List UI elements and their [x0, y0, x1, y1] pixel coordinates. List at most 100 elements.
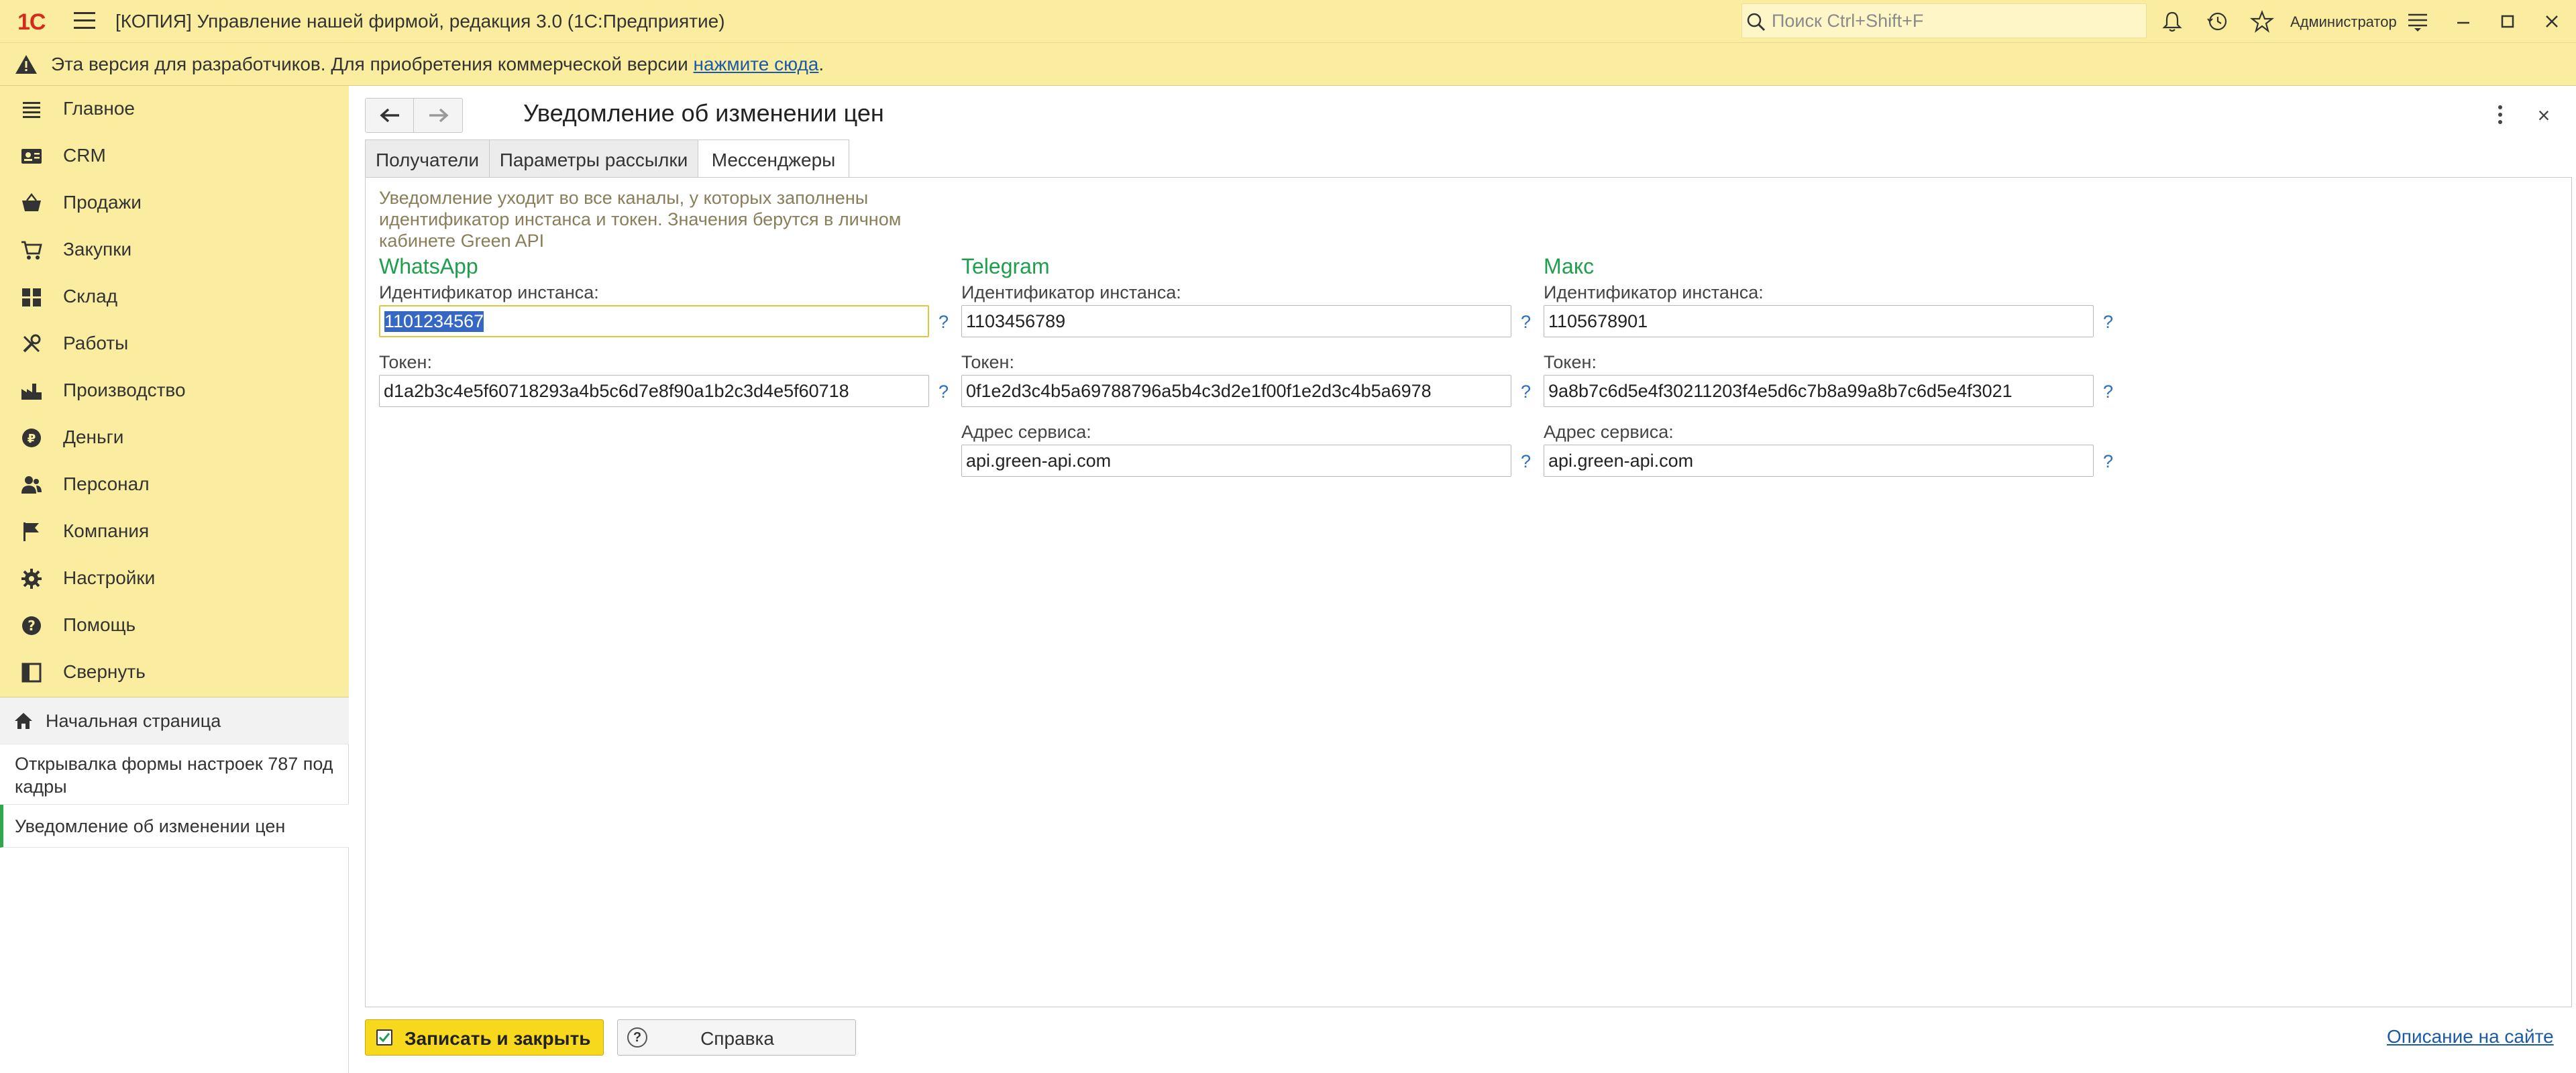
contact-card-icon — [21, 149, 42, 164]
sidebar-item-help[interactable]: ? Помощь — [0, 602, 349, 649]
tab-mailing-params[interactable]: Параметры рассылки — [489, 139, 698, 178]
sidebar-item-label: Закупки — [63, 239, 132, 260]
open-item-label: Начальная страница — [46, 711, 221, 731]
telegram-token-input[interactable] — [961, 375, 1511, 407]
sidebar-item-production[interactable]: Производство — [0, 368, 349, 414]
sidebar-item-label: Настройки — [63, 567, 156, 588]
sidebar-item-staff[interactable]: Персонал — [0, 461, 349, 508]
tab-recipients[interactable]: Получатели — [365, 139, 490, 178]
telegram-token-label: Токен: — [961, 352, 1014, 372]
sidebar-item-settings[interactable]: Настройки — [0, 555, 349, 602]
more-options-icon[interactable] — [2490, 102, 2510, 129]
maximize-icon[interactable] — [2496, 9, 2520, 34]
developer-notice: Эта версия для разработчиков. Для приобр… — [0, 43, 2576, 86]
warning-icon — [15, 55, 37, 74]
sidebar-item-crm[interactable]: CRM — [0, 133, 349, 180]
title-bar: 1С [КОПИЯ] Управление нашей фирмой, реда… — [0, 0, 2576, 43]
grid-icon — [22, 288, 41, 306]
max-instance-input[interactable] — [1544, 305, 2094, 337]
coin-icon: ₽ — [22, 429, 41, 447]
home-icon — [15, 713, 32, 729]
telegram-instance-input[interactable] — [961, 305, 1511, 337]
search-icon — [1747, 13, 1766, 32]
max-token-help[interactable]: ? — [2103, 382, 2113, 402]
max-instance-label: Идентификатор инстанса: — [1544, 282, 1764, 302]
star-icon[interactable] — [2250, 9, 2274, 34]
telegram-instance-label: Идентификатор инстанса: — [961, 282, 1181, 302]
open-item-settings-form[interactable]: Открывалка формы настроек 787 под кадры — [0, 744, 349, 805]
sidebar-item-label: CRM — [63, 145, 106, 166]
form-title: Уведомление об изменении цен — [523, 99, 884, 127]
forward-button[interactable] — [415, 99, 463, 132]
whatsapp-token-help[interactable]: ? — [938, 382, 949, 402]
sidebar-item-collapse[interactable]: Свернуть — [0, 649, 349, 696]
telegram-service-help[interactable]: ? — [1521, 451, 1531, 472]
tools-icon — [23, 334, 41, 353]
sidebar-item-purchases[interactable]: Закупки — [0, 227, 349, 274]
close-form-icon[interactable]: × — [2530, 102, 2557, 129]
help-button[interactable]: Справка ? — [617, 1019, 856, 1056]
sidebar-item-money[interactable]: ₽ Деньги — [0, 414, 349, 461]
site-description-link[interactable]: Описание на сайте — [2387, 1026, 2554, 1048]
history-icon[interactable] — [2206, 9, 2230, 34]
telegram-service-input[interactable] — [961, 445, 1511, 477]
sidebar-item-main[interactable]: Главное — [0, 86, 349, 133]
sidebar-item-label: Склад — [63, 286, 118, 306]
save-and-close-button[interactable]: Записать и закрыть — [365, 1019, 604, 1056]
tab-messengers[interactable]: Мессенджеры — [698, 139, 849, 180]
max-token-input[interactable] — [1544, 375, 2094, 407]
max-service-label: Адрес сервиса: — [1544, 422, 1674, 442]
search-input[interactable] — [1770, 8, 2133, 34]
sidebar-item-works[interactable]: Работы — [0, 321, 349, 368]
sidebar-item-warehouse[interactable]: Склад — [0, 274, 349, 321]
people-icon — [21, 476, 42, 494]
svg-text:₽: ₽ — [28, 432, 36, 446]
open-item-label: Открывалка формы настроек 787 под кадры — [15, 754, 333, 797]
notice-tail: . — [818, 54, 824, 74]
nav-buttons — [365, 98, 463, 133]
telegram-token-help[interactable]: ? — [1521, 382, 1531, 402]
whatsapp-instance-help[interactable]: ? — [938, 312, 949, 333]
telegram-instance-help[interactable]: ? — [1521, 312, 1531, 333]
max-service-input[interactable] — [1544, 445, 2094, 477]
messengers-panel: Уведомление уходит во все каналы, у кото… — [365, 177, 2572, 1007]
help-button-label: Справка — [700, 1028, 774, 1049]
buy-link[interactable]: нажмите сюда — [694, 54, 819, 74]
whatsapp-instance-input[interactable] — [379, 305, 929, 337]
whatsapp-token-input[interactable] — [379, 375, 929, 407]
open-item-price-notice[interactable]: Уведомление об изменении цен — [0, 805, 349, 848]
hint-text: Уведомление уходит во все каналы, у кото… — [379, 188, 902, 251]
sidebar-item-label: Деньги — [63, 427, 124, 447]
arrow-right-icon — [429, 108, 449, 123]
open-item-home[interactable]: Начальная страница — [0, 697, 349, 744]
max-service-help[interactable]: ? — [2103, 451, 2113, 472]
sidebar-item-sales[interactable]: Продажи — [0, 180, 349, 227]
search-box[interactable] — [1741, 3, 2147, 38]
sidebar: Главное CRM Продажи Закупки Склад Работы… — [0, 86, 349, 1073]
max-token-label: Токен: — [1544, 352, 1597, 372]
minimize-icon[interactable] — [2451, 9, 2475, 34]
settings-lines-icon[interactable] — [2406, 9, 2430, 34]
arrow-left-icon — [380, 108, 399, 123]
user-name[interactable]: Администратор — [2290, 13, 2397, 31]
max-instance-help[interactable]: ? — [2103, 312, 2113, 333]
factory-icon — [21, 384, 42, 400]
sidebar-item-label: Компания — [63, 520, 150, 541]
whatsapp-instance-label: Идентификатор инстанса: — [379, 282, 599, 302]
main-menu-icon[interactable] — [74, 12, 95, 31]
notice-message: Эта версия для разработчиков. Для приобр… — [51, 54, 694, 74]
back-button[interactable] — [366, 99, 414, 132]
section-menu: Главное CRM Продажи Закупки Склад Работы… — [0, 86, 349, 697]
bell-icon[interactable] — [2160, 9, 2184, 34]
sidebar-item-label: Производство — [63, 380, 186, 400]
checkmark-icon — [376, 1029, 392, 1046]
form-window: Уведомление об изменении цен × Получател… — [349, 86, 2576, 1073]
whatsapp-title: WhatsApp — [379, 254, 478, 278]
sidebar-item-label: Работы — [63, 333, 129, 353]
close-window-icon[interactable] — [2540, 9, 2564, 34]
whatsapp-token-label: Токен: — [379, 352, 432, 372]
sidebar-item-company[interactable]: Компания — [0, 508, 349, 555]
telegram-title: Telegram — [961, 254, 1050, 278]
sidebar-item-label: Свернуть — [63, 661, 146, 682]
sidebar-item-label: Главное — [63, 98, 135, 119]
